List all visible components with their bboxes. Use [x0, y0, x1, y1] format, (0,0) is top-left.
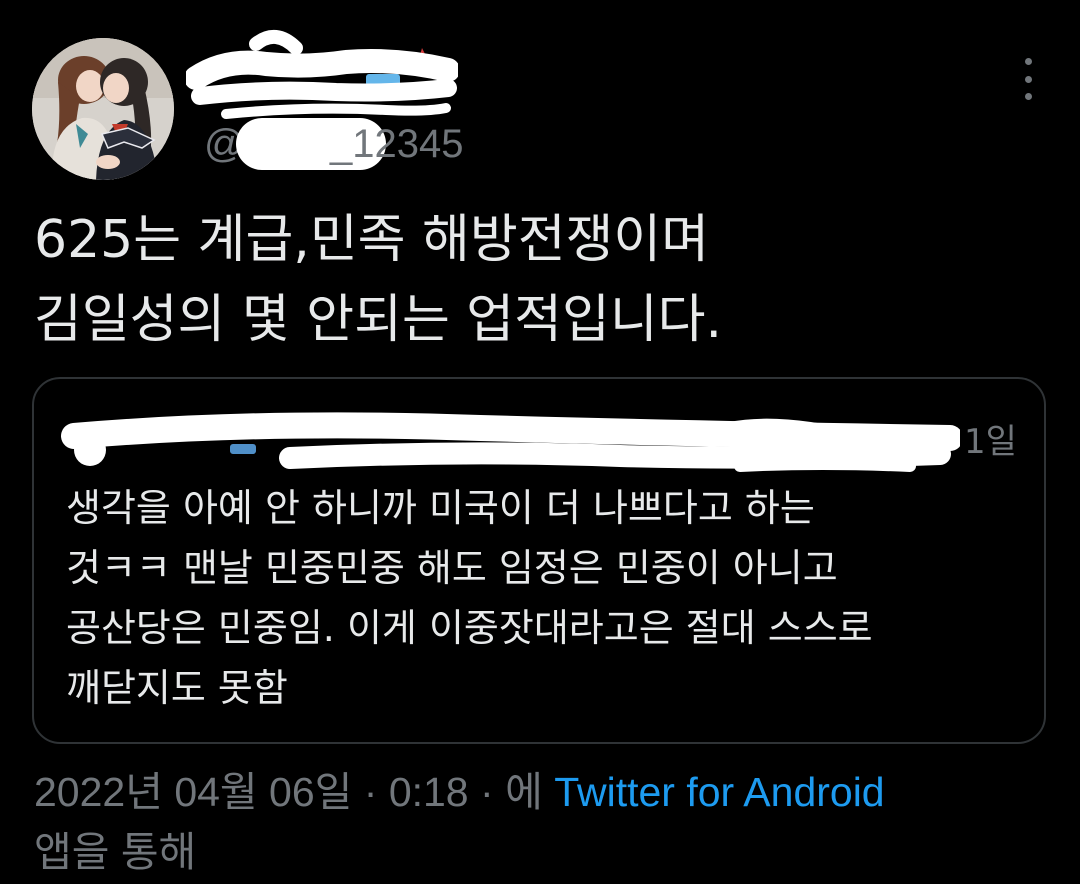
quoted-tweet-line: 생각을 아예 안 하니까 미국이 더 나쁘다고 하는	[66, 486, 815, 530]
avatar-illustration	[32, 38, 174, 180]
quoted-tweet-line: 깨닫지도 못함	[66, 666, 288, 710]
more-vertical-icon	[1024, 58, 1032, 65]
tweet-metadata: 2022년 04월 06일 · 0:18 · 에 Twitter for And…	[34, 762, 1054, 882]
more-vertical-icon-dot	[1024, 93, 1032, 100]
more-options-button[interactable]	[1014, 58, 1042, 100]
quoted-tweet-line: 공산당은 민중임. 이게 이중잣대라고은 절대 스스로	[66, 606, 873, 650]
display-name-redacted	[184, 18, 460, 126]
via-prefix: 에	[505, 769, 555, 815]
tweet-date[interactable]: 2022년 04월 06일	[34, 769, 352, 815]
via-suffix: 앱을 통해	[34, 829, 197, 875]
tweet-time[interactable]: 0:18	[389, 769, 469, 815]
tweet-text: 625는 계급,민족 해방전쟁이며 김일성의 몇 안되는 업적입니다.	[34, 200, 1044, 360]
quoted-author-redacted	[60, 400, 963, 480]
quoted-tweet-time: 1일	[964, 422, 1017, 462]
meta-separator: ·	[468, 769, 506, 815]
tweet-text-line: 625는 계급,민족 해방전쟁이며	[34, 210, 710, 270]
quoted-tweet-line: 것ㅋㅋ 맨날 민중민중 해도 임정은 민중이 아니고	[66, 546, 838, 590]
tweet-text-line: 김일성의 몇 안되는 업적입니다.	[34, 290, 723, 350]
meta-separator: ·	[352, 769, 389, 815]
quoted-tweet-text: 생각을 아예 안 하니까 미국이 더 나쁘다고 하는 것ㅋㅋ 맨날 민중민중 해…	[66, 478, 1026, 718]
more-vertical-icon-dot	[1024, 75, 1032, 83]
author-avatar[interactable]	[32, 38, 174, 180]
tweet-source-link[interactable]: Twitter for Android	[554, 769, 884, 815]
author-handle[interactable]: _12345	[330, 122, 463, 167]
